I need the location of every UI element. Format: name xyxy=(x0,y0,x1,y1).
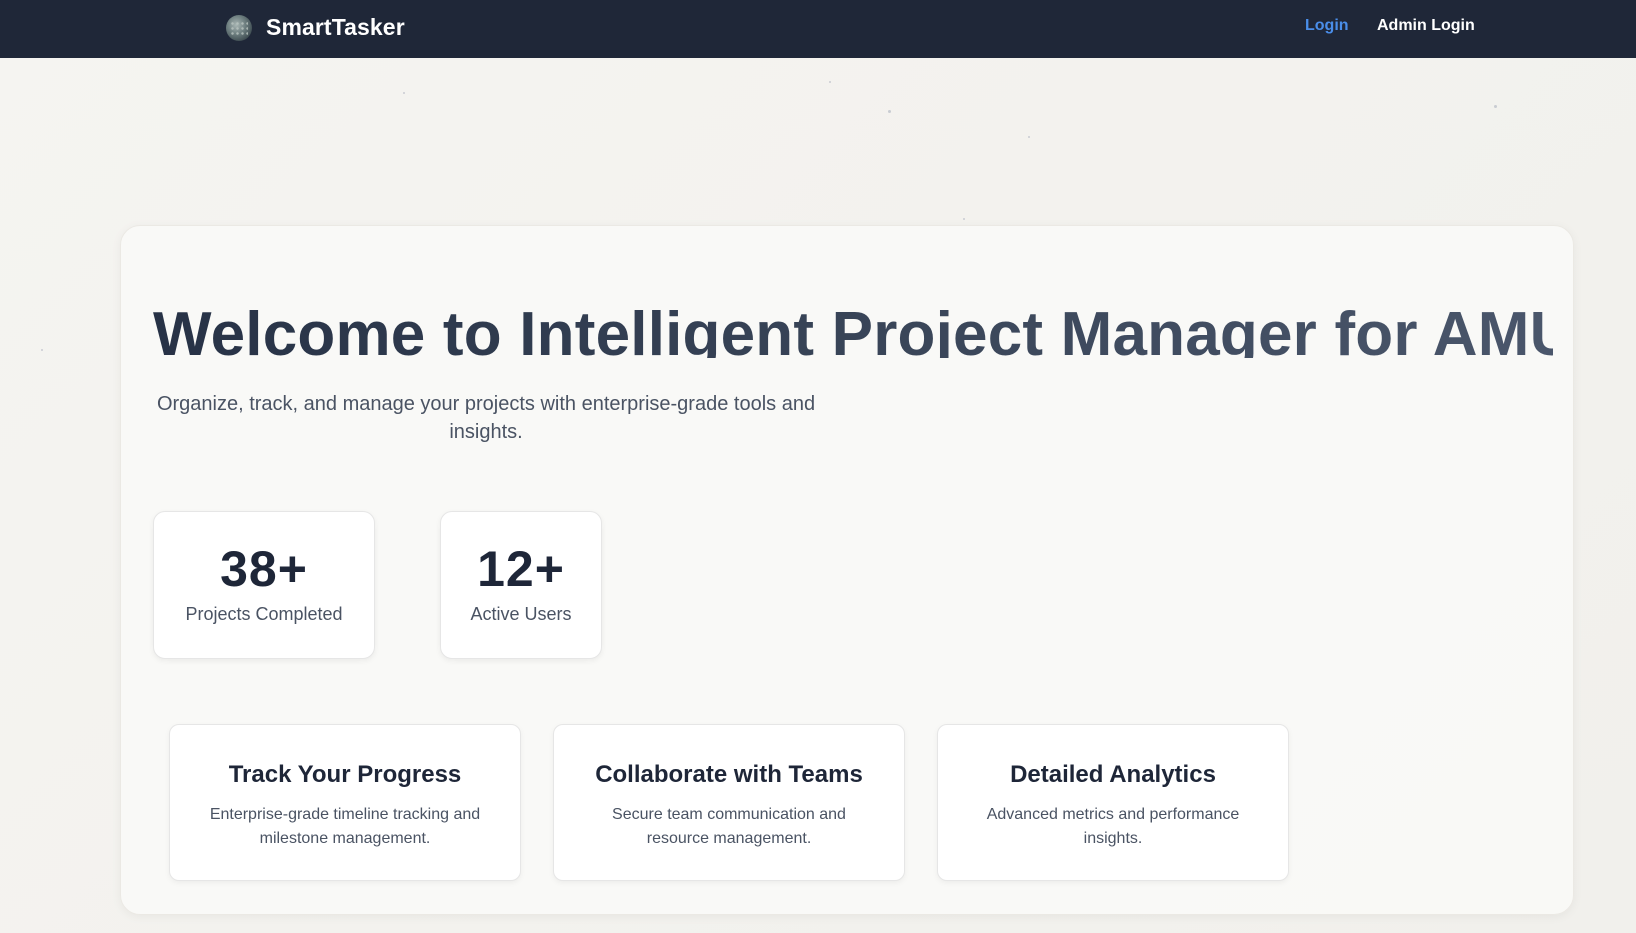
stat-value: 38+ xyxy=(220,541,308,597)
hero-card: Welcome to Intelligent Project Manager f… xyxy=(120,225,1574,915)
stat-label: Active Users xyxy=(470,604,572,624)
feature-title: Track Your Progress xyxy=(228,761,462,788)
globe-logo-icon xyxy=(226,14,252,41)
background-dot xyxy=(41,349,43,351)
feature-card-progress: Track Your Progress Enterprise-grade tim… xyxy=(169,724,521,881)
feature-card-collaborate: Collaborate with Teams Secure team commu… xyxy=(553,724,905,881)
feature-description: Enterprise-grade timeline tracking and m… xyxy=(209,806,481,847)
brand[interactable]: SmartTasker xyxy=(226,14,405,41)
feature-card-analytics: Detailed Analytics Advanced metrics and … xyxy=(937,724,1289,881)
login-link[interactable]: Login xyxy=(1305,17,1349,35)
background-dot xyxy=(888,110,891,113)
feature-description: Advanced metrics and performance insight… xyxy=(986,806,1240,847)
hero-subtitle: Organize, track, and manage your project… xyxy=(156,393,816,443)
feature-title: Detailed Analytics xyxy=(1010,761,1216,788)
top-navbar: SmartTasker Login Admin Login xyxy=(0,0,1636,58)
background-dot xyxy=(1028,136,1030,138)
hero-title: Welcome to Intelligent Project Manager f… xyxy=(153,296,1553,358)
stat-value: 12+ xyxy=(477,541,565,597)
stat-label: Projects Completed xyxy=(185,604,343,624)
background-dot xyxy=(963,218,965,220)
stat-card-users: 12+ Active Users xyxy=(440,511,602,659)
admin-login-link[interactable]: Admin Login xyxy=(1377,17,1475,35)
background-dot xyxy=(1494,105,1497,108)
background-dot xyxy=(403,92,405,94)
stat-card-projects: 38+ Projects Completed xyxy=(153,511,375,659)
background-dot xyxy=(829,81,831,83)
brand-name: SmartTasker xyxy=(266,14,405,40)
feature-title: Collaborate with Teams xyxy=(595,761,863,788)
feature-description: Secure team communication and resource m… xyxy=(612,806,846,847)
